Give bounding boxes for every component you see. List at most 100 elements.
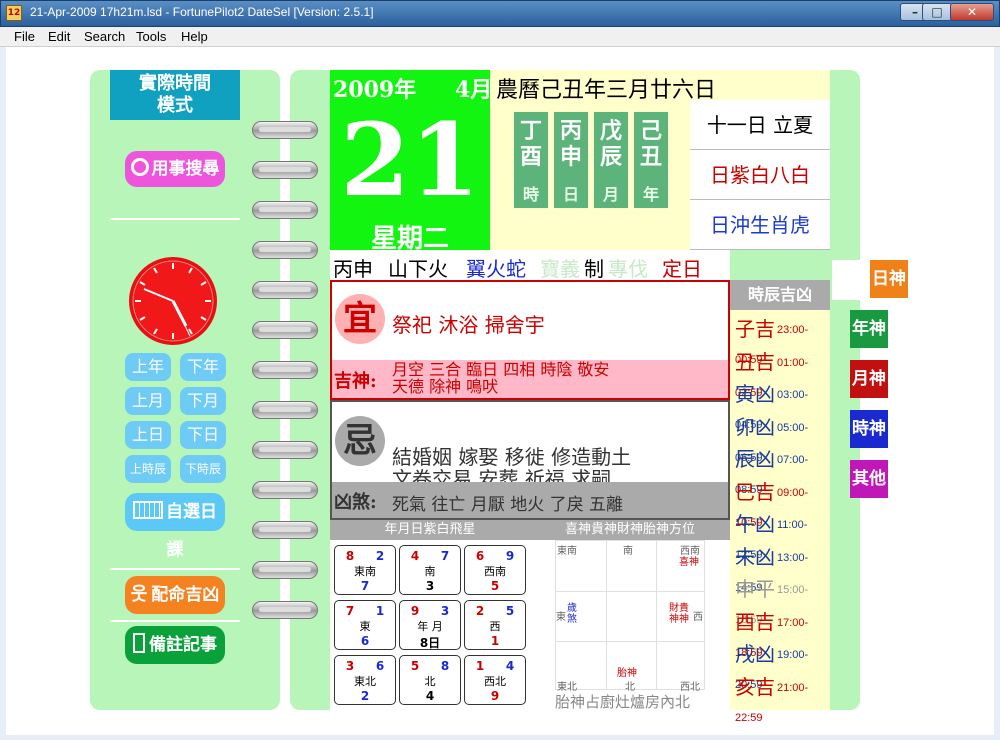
star-month: 7 <box>440 549 450 563</box>
hour-row[interactable]: 申平 15:00-16:59 <box>735 574 825 626</box>
hour-row[interactable]: 戌凶 19:00-20:59 <box>735 639 825 691</box>
match-fate-button[interactable]: 웃 配命吉凶 <box>125 576 225 614</box>
star-direction: 西 <box>489 620 501 633</box>
caigui-label: 財貴 神神 <box>669 603 689 625</box>
tab-4[interactable]: 其他 <box>850 460 888 498</box>
flying-star-cell: 1 4 西北 9 <box>464 655 526 705</box>
hour-name: 辰凶 <box>735 447 775 471</box>
star-month: 1 <box>375 604 385 618</box>
close-button[interactable]: ✕ <box>950 3 994 21</box>
zhi-label: 制 <box>584 257 604 281</box>
dir-se: 東南 <box>557 546 577 557</box>
menu-tools[interactable]: Tools <box>136 29 166 44</box>
pillar-branch: 辰 <box>599 144 622 170</box>
notes-button[interactable]: 備註記事 <box>125 626 225 664</box>
yi-items: 祭祀 沐浴 掃舍宇 <box>392 313 545 337</box>
star-day: 7 <box>360 579 370 593</box>
binder-ring <box>252 201 318 219</box>
hour-row[interactable]: 午凶 11:00-12:59 <box>735 509 825 561</box>
hour-row[interactable]: 寅凶 03:00-04:59 <box>735 379 825 431</box>
star-day: 5 <box>490 579 500 593</box>
nav-button-1-1[interactable]: 下月 <box>180 387 226 415</box>
nav-button-0-1[interactable]: 下年 <box>180 353 226 381</box>
star-direction: 西南 <box>484 565 506 578</box>
flying-star-cell: 3 6 東北 2 <box>334 655 396 705</box>
star-month: 9 <box>505 549 515 563</box>
hour-name: 亥吉 <box>735 674 775 699</box>
menu-edit[interactable]: Edit <box>48 29 70 44</box>
ji-char: 忌 <box>335 416 385 466</box>
nav-button-2-0[interactable]: 上日 <box>125 421 171 449</box>
hour-row[interactable]: 巳吉 09:00-10:59 <box>735 477 825 529</box>
flying-star-cell: 2 5西1 <box>464 600 526 650</box>
nayin: 山下火 <box>388 257 448 281</box>
day-ganzhi: 丙申 <box>333 257 373 281</box>
tab-2[interactable]: 月神 <box>850 360 888 398</box>
dir-s: 南 <box>623 546 633 557</box>
tab-0[interactable]: 日神 <box>870 260 908 298</box>
pillar-stem: 戊 <box>599 118 622 144</box>
hour-row[interactable]: 亥吉 21:00-22:59 <box>735 672 825 724</box>
star-year: 3 <box>345 659 355 673</box>
month-label: 4月 <box>455 77 493 103</box>
faded-label-1: 寶義 <box>540 257 580 281</box>
xiongsha-label: 凶煞: <box>334 492 377 513</box>
maximize-button[interactable]: □ <box>922 3 952 21</box>
tab-3[interactable]: 時神 <box>850 410 888 448</box>
day-number: 21 <box>340 101 480 219</box>
direction-header: 喜神貴神財神胎神方位 <box>530 520 730 540</box>
pillar-branch: 酉 <box>519 144 542 170</box>
binder-ring <box>252 321 318 339</box>
ji-box: 忌 結婚姻 嫁娶 移徙 修造動土 文卷交易 安葬 祈福 求嗣 凶煞: 死氣 往亡 … <box>330 400 730 520</box>
pillar-2: 戊辰月 <box>594 112 628 208</box>
hour-row[interactable]: 子吉 23:00-00:59 <box>735 314 825 366</box>
star-day: 6 <box>360 634 370 648</box>
star-day: 9 <box>490 689 500 703</box>
hour-row[interactable]: 卯凶 05:00-06:59 <box>735 412 825 464</box>
xishen-label: 喜神 <box>679 557 699 568</box>
star-day: 4 <box>425 689 435 703</box>
pillar-1: 丙申日 <box>554 112 588 208</box>
pillar-stem: 丁 <box>519 118 542 144</box>
suisha-label: 歲煞 <box>567 603 577 625</box>
star-direction: 南 <box>424 565 436 578</box>
pencil-icon <box>133 633 145 653</box>
jishen-items: 月空 三合 臨日 四相 時陰 敬安 天德 除神 鳴吠 <box>392 360 610 396</box>
dir-e: 東 <box>556 612 566 623</box>
star-day: 3 <box>425 579 435 593</box>
star-year: 2 <box>475 604 485 618</box>
hour-row[interactable]: 酉吉 17:00-18:59 <box>735 607 825 659</box>
pillar-label: 年 <box>642 185 659 204</box>
menu-file[interactable]: File <box>14 29 35 44</box>
tab-connector <box>832 260 870 300</box>
hour-row[interactable]: 未凶 13:00-14:59 <box>735 542 825 594</box>
menu-help[interactable]: Help <box>181 29 208 44</box>
hour-row[interactable]: 辰凶 07:00-08:59 <box>735 444 825 496</box>
mode-label[interactable]: 實際時間 模式 <box>110 70 240 120</box>
star-direction: 東北 <box>354 675 376 688</box>
day-clash: 日沖生肖虎 <box>690 200 830 250</box>
nav-button-0-0[interactable]: 上年 <box>125 353 171 381</box>
star-month: 5 <box>505 604 515 618</box>
tab-1[interactable]: 年神 <box>850 310 888 348</box>
select-day-button[interactable]: 自選日課 <box>125 493 225 560</box>
flying-star-cell: 5 8北4 <box>399 655 461 705</box>
menu-search[interactable]: Search <box>84 29 125 44</box>
hour-name: 巳吉 <box>735 479 775 504</box>
nav-button-2-1[interactable]: 下日 <box>180 421 226 449</box>
dir-w: 西 <box>693 612 703 623</box>
taishen-label: 胎神 <box>617 668 637 679</box>
search-by-event-button[interactable]: 用事搜尋 <box>125 151 225 187</box>
nav-button-1-0[interactable]: 上月 <box>125 387 171 415</box>
star-direction: 年 月 <box>417 620 443 633</box>
binder-ring <box>252 401 318 419</box>
nav-button-3-1[interactable]: 下時辰 <box>180 455 226 483</box>
flying-star-header: 年月日紫白飛星 <box>330 520 530 540</box>
nav-button-3-0[interactable]: 上時辰 <box>125 455 171 483</box>
binder-ring <box>252 521 318 539</box>
divider <box>110 620 240 622</box>
star-direction: 北 <box>424 675 436 688</box>
binder-ring <box>252 121 318 139</box>
pillar-branch: 丑 <box>639 144 662 170</box>
hour-row[interactable]: 丑吉 01:00-02:59 <box>735 347 825 399</box>
